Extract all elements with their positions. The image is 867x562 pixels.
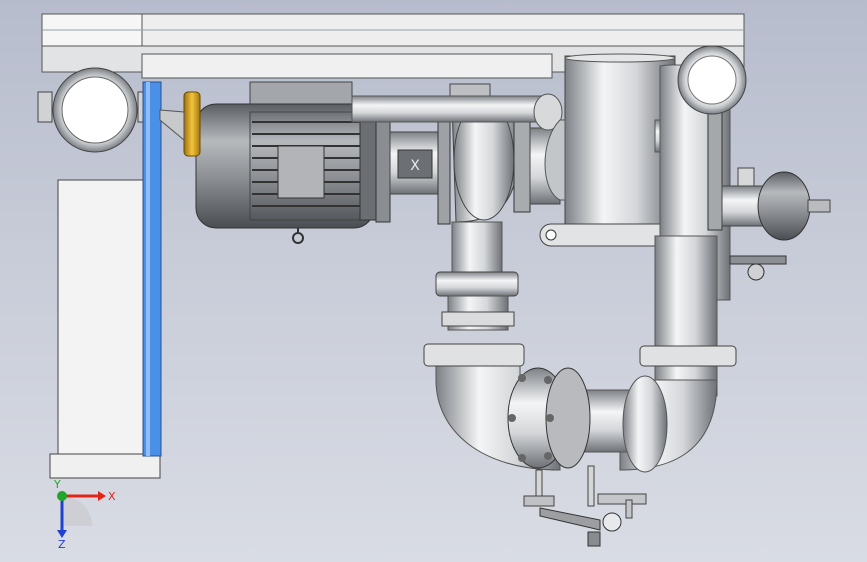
drain-valve[interactable] xyxy=(523,465,647,547)
left-pipe-clamp xyxy=(37,67,153,153)
cad-viewport[interactable]: X X Y Z xyxy=(0,0,867,562)
bolted-flange-pair[interactable] xyxy=(507,367,591,469)
y-axis-label: Y xyxy=(53,480,61,491)
terminal-box xyxy=(277,145,325,199)
coupling-guard xyxy=(183,91,201,157)
orientation-triad: X Y Z xyxy=(53,480,116,550)
pressure-gauge-icon xyxy=(747,263,765,281)
x-axis-label: X xyxy=(108,490,116,503)
discharge-pipe xyxy=(435,221,519,331)
y-axis-arrow xyxy=(57,491,67,501)
shaft-mark: X xyxy=(410,158,420,174)
pump-assembly-model[interactable]: X xyxy=(0,0,867,562)
side-valve-assembly[interactable] xyxy=(721,167,831,281)
discharge-flange xyxy=(435,271,519,297)
z-axis-label: Z xyxy=(58,538,66,550)
drain-gauge-icon xyxy=(602,512,622,532)
lifting-eye xyxy=(292,232,304,244)
